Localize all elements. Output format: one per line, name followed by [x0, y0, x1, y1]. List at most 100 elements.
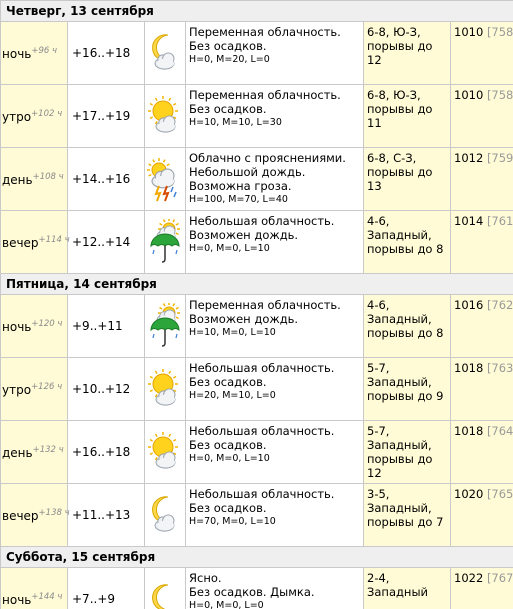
pressure: 1018	[454, 361, 484, 375]
precipitation-description: Небольшой дождь. Возможна гроза.	[189, 165, 306, 193]
wind: 4-6, Западный, порывы до 8	[363, 294, 451, 358]
time-of-day: утро	[2, 109, 32, 124]
time-of-day-cell: вечер+138 ч	[0, 483, 70, 547]
weather-description-cell: Переменная облачность. Без осадков. H=0, M…	[185, 21, 364, 85]
time-of-day: утро	[2, 382, 32, 397]
sun-cloud-icon	[145, 93, 185, 139]
umbrella-rain-icon	[145, 303, 185, 349]
wind: 3-5, Западный, порывы до 7	[363, 483, 451, 547]
pressure-cell: 1010 [758]	[449, 21, 513, 85]
cloud-levels: H=10, M=10, L=30	[189, 117, 282, 128]
pressure: 1012	[454, 151, 484, 165]
wind: 2-4, Западный	[363, 567, 451, 609]
day-header-row: Четверг, 13 сентября	[0, 0, 513, 22]
cloud-description: Переменная облачность.	[189, 25, 341, 39]
weather-icon-cell	[144, 357, 186, 421]
wind: 6-8, Ю-З, порывы до 11	[363, 84, 451, 148]
time-of-day-cell: день+132 ч	[0, 420, 68, 484]
time-of-day: день	[2, 172, 33, 187]
weather-description-cell: Небольшая облачность. Без осадков. H=70, M…	[185, 483, 364, 547]
day-header: Пятница, 14 сентября	[0, 273, 513, 295]
day-header-row: Суббота, 15 сентября	[0, 546, 513, 568]
forecast-row: ночь+144 ч +7..+9 Ясно. Без осадков. Дымк…	[0, 567, 513, 609]
day-header-row: Пятница, 14 сентября	[0, 273, 513, 295]
hours-offset: +102 ч	[31, 108, 63, 119]
pressure: 1018	[454, 424, 484, 438]
cloud-levels: H=20, M=10, L=0	[189, 390, 276, 401]
moon-cloud-icon	[145, 492, 185, 538]
precipitation-description: Без осадков.	[189, 39, 267, 53]
wind: 4-6, Западный, порывы до 8	[363, 210, 451, 274]
weather-description-cell: Небольшая облачность. Без осадков. H=20, M…	[185, 357, 364, 421]
pressure-mmhg: [763]	[486, 361, 513, 375]
pressure-cell: 1014 [761]	[449, 210, 513, 274]
weather-icon-cell	[144, 147, 186, 211]
temperature: +9..+11	[67, 294, 145, 358]
forecast-row: день+132 ч +16..+18 Небольшая облачность…	[0, 420, 513, 484]
time-of-day-cell: ночь+96 ч	[0, 21, 68, 85]
time-of-day: день	[2, 445, 33, 460]
cloud-description: Переменная облачность.	[189, 298, 341, 312]
weather-icon-cell	[144, 420, 186, 484]
weather-icon-cell	[144, 21, 186, 85]
forecast-row: день+108 ч +14..+16 Облачно с прояснения…	[0, 147, 513, 211]
pressure-cell: 1020 [765]	[449, 483, 513, 547]
pressure-mmhg: [758]	[486, 25, 513, 39]
weather-description-cell: Переменная облачность. Возможен дождь. H=1…	[185, 294, 364, 358]
umbrella-rain-icon	[145, 219, 185, 265]
cloud-description: Небольшая облачность.	[189, 214, 335, 228]
hours-offset: +96 ч	[31, 45, 58, 56]
forecast-row: утро+102 ч +17..+19 Переменная облачност…	[0, 84, 513, 148]
weather-icon-cell	[144, 483, 186, 547]
precipitation-description: Возможен дождь.	[189, 228, 299, 242]
hours-offset: +126 ч	[31, 381, 63, 392]
cloud-description: Небольшая облачность.	[189, 361, 335, 375]
cloud-levels: H=0, M=0, L=10	[189, 453, 270, 464]
pressure-cell: 1018 [763]	[449, 357, 513, 421]
cloud-description: Небольшая облачность.	[189, 487, 335, 501]
cloud-levels: H=100, M=70, L=40	[189, 194, 288, 205]
temperature: +17..+19	[67, 84, 145, 148]
time-of-day-cell: день+108 ч	[0, 147, 68, 211]
time-of-day: ночь	[2, 319, 32, 334]
day-header: Суббота, 15 сентября	[0, 546, 513, 568]
precipitation-description: Без осадков.	[189, 438, 267, 452]
cloud-description: Небольшая облачность.	[189, 424, 335, 438]
forecast-container: Четверг, 13 сентября ночь+96 ч +16..+18 …	[0, 0, 513, 609]
hours-offset: +138 ч	[38, 507, 70, 518]
pressure-cell: 1022 [767]	[449, 567, 513, 609]
cloud-levels: H=0, M=20, L=0	[189, 54, 270, 65]
day-header: Четверг, 13 сентября	[0, 0, 513, 22]
forecast-row: вечер+138 ч +11..+13 Небольшая облачност…	[0, 483, 513, 547]
precipitation-description: Возможен дождь.	[189, 312, 299, 326]
wind: 5-7, Западный, порывы до 12	[363, 420, 451, 484]
pressure: 1016	[454, 298, 484, 312]
forecast-row: вечер+114 ч +12..+14 Небольшая облачност…	[0, 210, 513, 274]
cloud-levels: H=0, M=0, L=0	[189, 600, 264, 609]
pressure-mmhg: [761]	[486, 214, 513, 228]
time-of-day-cell: утро+126 ч	[0, 357, 68, 421]
pressure: 1010	[454, 25, 484, 39]
sun-cloud-icon	[145, 429, 185, 475]
precipitation-description: Без осадков.	[189, 102, 267, 116]
forecast-row: утро+126 ч +10..+12 Небольшая облачность…	[0, 357, 513, 421]
pressure-mmhg: [767]	[486, 571, 513, 585]
cloud-levels: H=0, M=0, L=10	[189, 243, 270, 254]
temperature: +16..+18	[67, 420, 145, 484]
moon-cloud-icon	[145, 30, 185, 76]
pressure-cell: 1012 [759]	[449, 147, 513, 211]
pressure-cell: 1018 [764]	[449, 420, 513, 484]
hours-offset: +114 ч	[38, 234, 70, 245]
weather-description-cell: Ясно. Без осадков. Дымка. H=0, M=0, L=0	[185, 567, 364, 609]
precipitation-description: Без осадков.	[189, 375, 267, 389]
weather-icon-cell	[144, 84, 186, 148]
precipitation-description: Без осадков. Дымка.	[189, 585, 315, 599]
time-of-day: ночь	[2, 46, 32, 61]
cloud-description: Облачно с прояснениями.	[189, 151, 346, 165]
hours-offset: +144 ч	[31, 591, 63, 602]
pressure-mmhg: [758]	[486, 88, 513, 102]
hours-offset: +120 ч	[31, 318, 63, 329]
cloud-levels: H=70, M=0, L=10	[189, 516, 276, 527]
weather-icon-cell	[144, 294, 186, 358]
pressure: 1014	[454, 214, 484, 228]
